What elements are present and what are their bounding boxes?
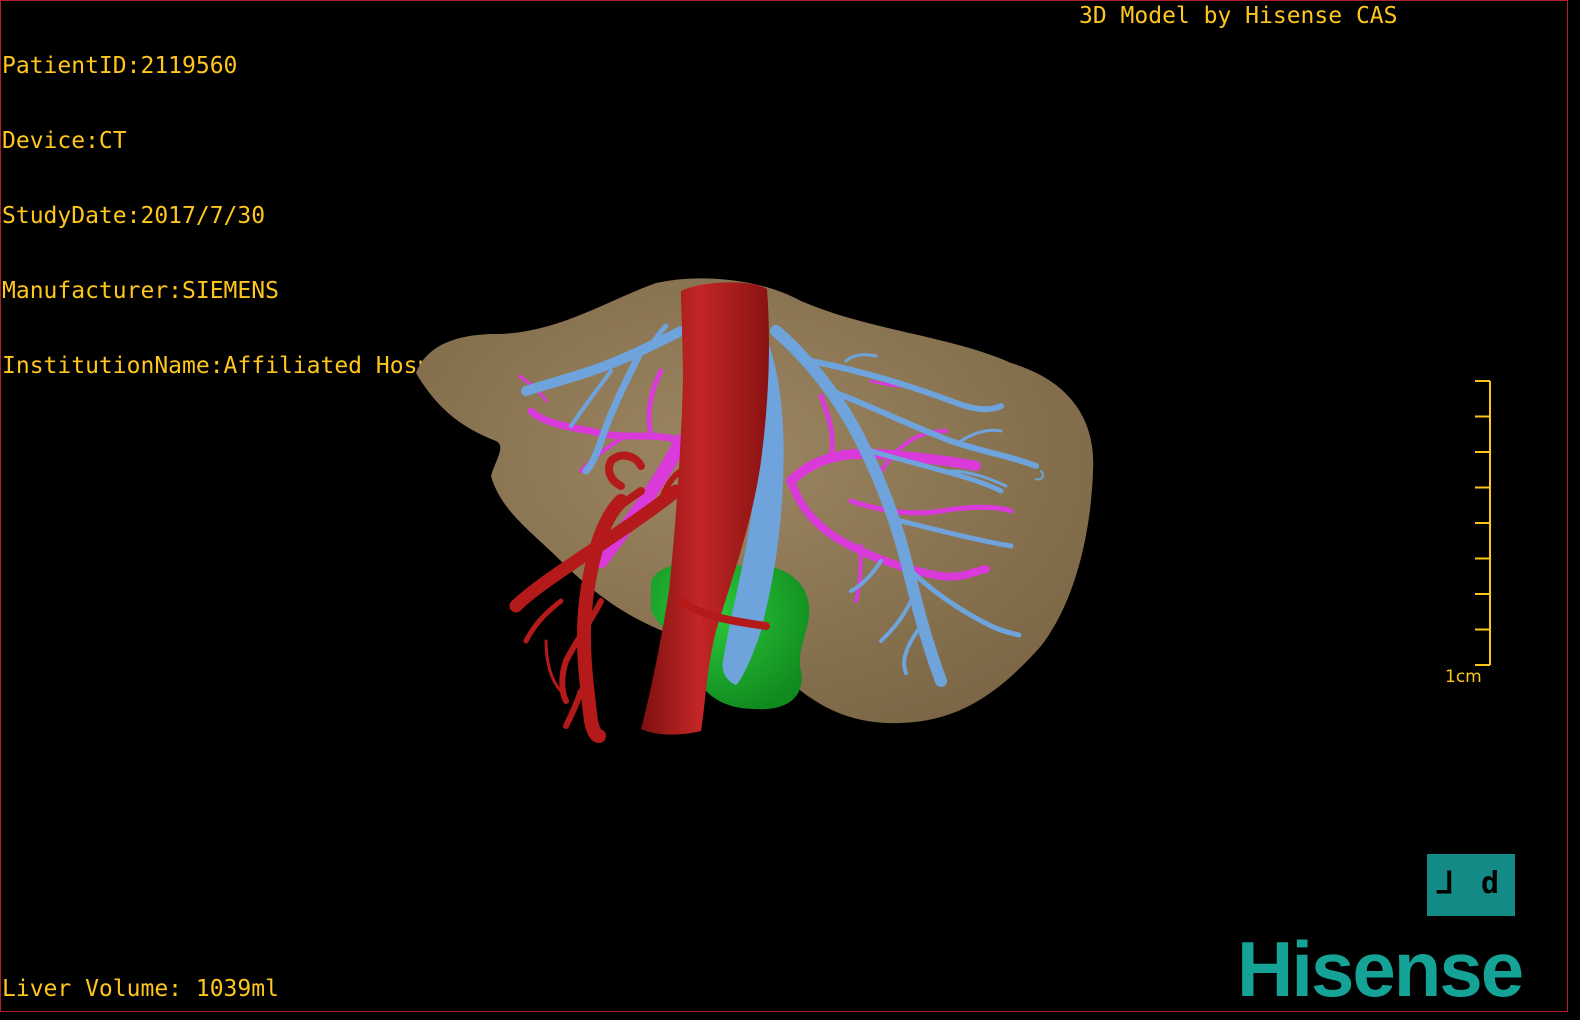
scale-bar bbox=[1475, 380, 1491, 666]
orientation-cube-icon[interactable]: ⅃ d bbox=[1427, 854, 1515, 916]
3d-viewport[interactable]: PatientID:2119560 Device:CT StudyDate:20… bbox=[0, 0, 1568, 1012]
orientation-left-face: ⅃ bbox=[1437, 866, 1454, 901]
scale-bar-label: 1cm bbox=[1445, 667, 1482, 687]
orientation-right-face: d bbox=[1481, 866, 1500, 901]
liver-volume-text: Liver Volume: 1039ml bbox=[2, 976, 279, 1002]
liver-3d-model[interactable] bbox=[1, 1, 1567, 1011]
hisense-logo-icon: Hisense bbox=[1237, 925, 1524, 1012]
